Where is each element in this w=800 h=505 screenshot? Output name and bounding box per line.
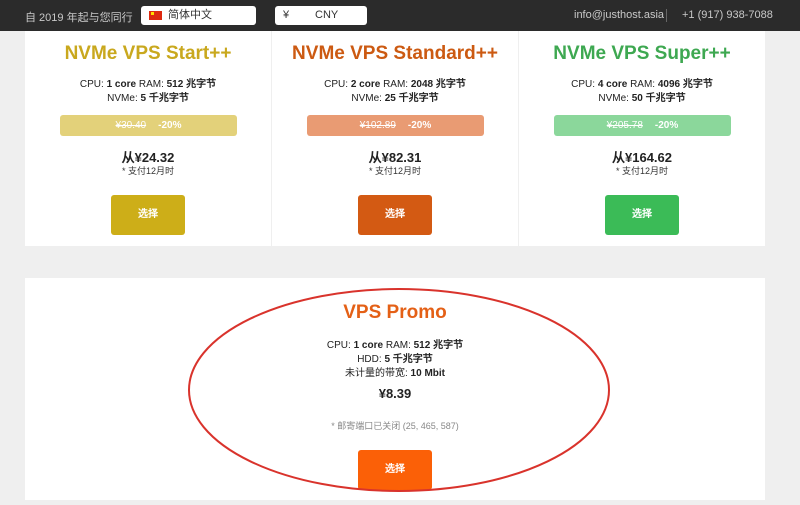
language-select[interactable]: 简体中文: [141, 6, 256, 25]
plan-title: NVMe VPS Super++: [553, 43, 731, 64]
since-text: 自 2019 年起与您同行: [25, 12, 133, 24]
phone-link[interactable]: +1 (917) 938-7088: [682, 9, 773, 21]
language-label: 简体中文: [168, 9, 212, 21]
price-note: * 支付12月时: [121, 166, 174, 176]
plan-cpu-ram: CPU: 2 core RAM: 2048 兆字节: [324, 79, 466, 90]
plan-disk: NVMe: 5 千兆字节: [107, 93, 189, 104]
promo-disk: HDD: 5 千兆字节: [357, 354, 433, 365]
promo-title: VPS Promo: [343, 302, 447, 323]
plan-cpu-ram: CPU: 4 core RAM: 4096 兆字节: [571, 79, 713, 90]
select-button[interactable]: 选择: [358, 195, 432, 235]
promo-note: * 邮寄端口已关闭 (25, 465, 587): [331, 421, 459, 431]
promo-cpu-ram: CPU: 1 core RAM: 512 兆字节: [326, 340, 464, 351]
plan-card-super: NVMe VPS Super++ CPU: 4 core RAM: 4096 兆…: [519, 31, 765, 246]
promo-card: VPS Promo CPU: 1 core RAM: 512 兆字节 HDD: …: [25, 278, 765, 500]
plan-card-start: NVMe VPS Start++ CPU: 1 core RAM: 512 兆字…: [25, 31, 271, 246]
plan-disk: NVMe: 50 千兆字节: [598, 93, 686, 104]
plan-card-standard: NVMe VPS Standard++ CPU: 2 core RAM: 204…: [272, 31, 518, 246]
top-bar: 自 2019 年起与您同行 简体中文 ¥ CNY info@justhost.a…: [0, 0, 800, 31]
plan-cpu-ram: CPU: 1 core RAM: 512 兆字节: [79, 79, 217, 90]
divider: [666, 9, 667, 22]
discount-bar: ¥30.40 -20%: [60, 115, 237, 136]
old-price: ¥30.40: [115, 120, 147, 131]
price-note: * 支付12月时: [368, 166, 421, 176]
currency-code: CNY: [315, 9, 339, 21]
plan-title: NVMe VPS Standard++: [292, 43, 498, 64]
select-button[interactable]: 选择: [605, 195, 679, 235]
promo-bandwidth: 未计量的带宽: 10 Mbit: [344, 368, 445, 379]
discount-bar: ¥102.89 -20%: [307, 115, 484, 136]
old-price: ¥205.78: [606, 120, 643, 131]
discount-percent: -20%: [158, 120, 182, 131]
email-link[interactable]: info@justhost.asia: [574, 9, 664, 21]
promo-price: ¥8.39: [378, 386, 412, 401]
plan-title: NVMe VPS Start++: [64, 43, 232, 64]
old-price: ¥102.89: [359, 120, 396, 131]
currency-symbol: ¥: [283, 9, 290, 21]
discount-percent: -20%: [407, 120, 432, 131]
discount-bar: ¥205.78 -20%: [554, 115, 731, 136]
plan-disk: NVMe: 25 千兆字节: [351, 93, 439, 104]
price-note: * 支付12月时: [615, 166, 668, 176]
currency-select[interactable]: ¥ CNY: [275, 6, 367, 25]
china-flag-icon: [149, 11, 162, 20]
discount-percent: -20%: [654, 120, 679, 131]
select-button[interactable]: 选择: [111, 195, 185, 235]
promo-select-button[interactable]: 选择: [358, 450, 432, 490]
